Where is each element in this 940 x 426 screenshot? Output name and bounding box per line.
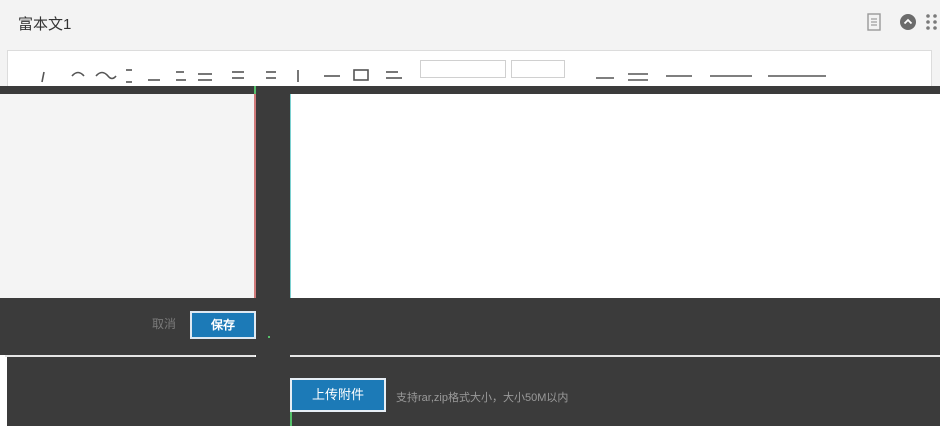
collapse-icon[interactable]	[898, 12, 918, 32]
action-bar	[0, 298, 940, 355]
editor-toolbar	[7, 50, 932, 86]
upload-attachment-button[interactable]: 上传附件	[290, 378, 386, 412]
toolbar-bottom-band	[0, 86, 940, 94]
paragraph-select[interactable]	[420, 60, 506, 78]
window-title: 富本文1	[18, 16, 72, 33]
upload-marker	[290, 412, 292, 426]
attachment-bar-edge	[0, 357, 7, 426]
document-icon[interactable]	[864, 12, 884, 32]
cancel-button[interactable]: 取消	[152, 315, 176, 332]
window-header: 富本文1	[0, 0, 940, 46]
editor-content-area[interactable]	[290, 94, 940, 298]
marker-dot	[268, 336, 270, 338]
left-panel	[0, 94, 256, 298]
font-size-select[interactable]	[511, 60, 565, 78]
toolbar-container	[0, 46, 940, 86]
grid-menu-icon[interactable]	[925, 12, 940, 32]
divider-marker	[254, 86, 256, 94]
upload-hint-text: 支持rar,zip格式大小，大小50M以内	[396, 392, 569, 404]
save-button[interactable]: 保存	[190, 311, 256, 339]
